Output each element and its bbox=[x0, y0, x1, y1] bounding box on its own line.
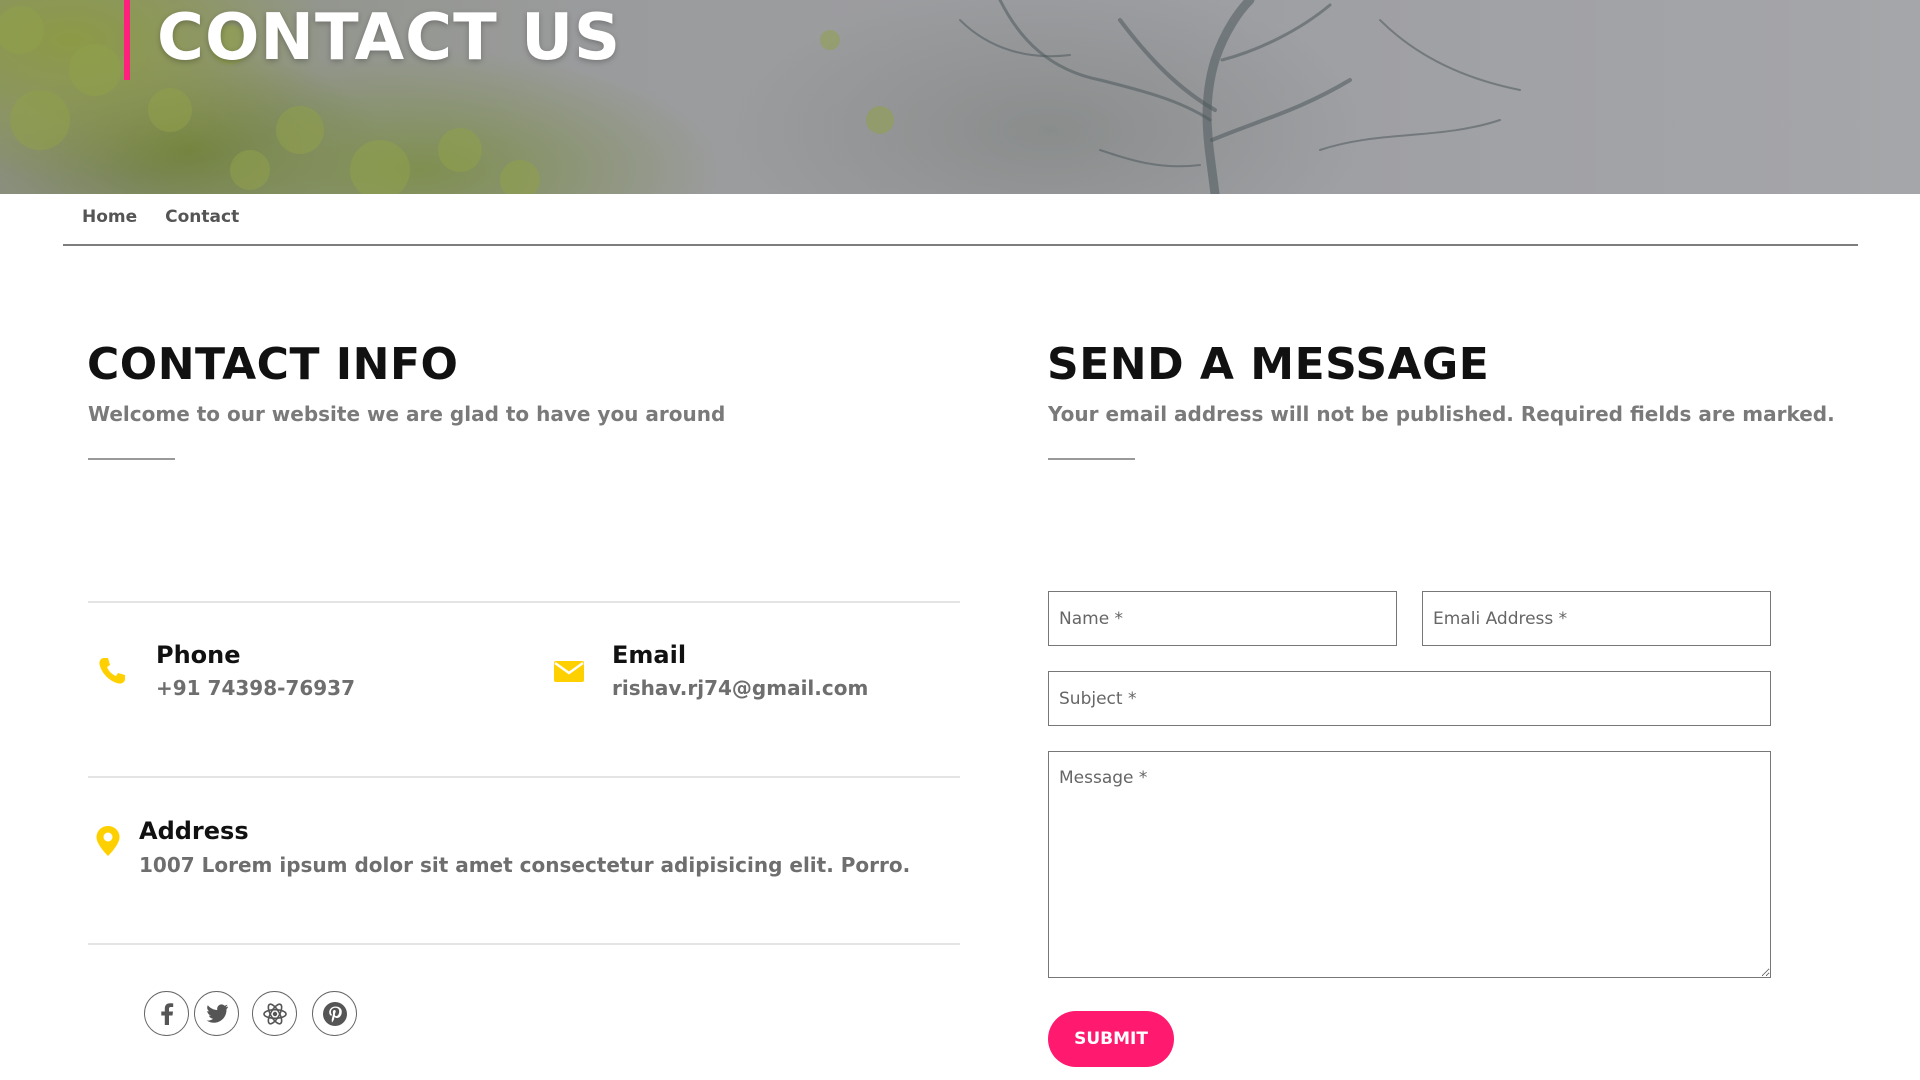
name-input[interactable] bbox=[1048, 591, 1397, 646]
phone-label: Phone bbox=[156, 641, 241, 669]
email-input[interactable] bbox=[1422, 591, 1771, 646]
address-label: Address bbox=[139, 817, 249, 845]
facebook-icon[interactable] bbox=[144, 991, 189, 1036]
phone-icon bbox=[96, 655, 128, 691]
address-value: 1007 Lorem ipsum dolor sit amet consecte… bbox=[139, 853, 911, 877]
envelope-icon bbox=[553, 658, 585, 688]
send-message-subtitle: Your email address will not be published… bbox=[1048, 402, 1835, 426]
send-message-title: SEND A MESSAGE bbox=[1047, 339, 1490, 390]
breadcrumb-contact-link[interactable]: Contact bbox=[165, 207, 239, 227]
map-pin-icon bbox=[95, 825, 121, 861]
hero-banner: CONTACT US bbox=[0, 0, 1920, 194]
react-icon[interactable] bbox=[252, 991, 297, 1036]
breadcrumb: Home Contact bbox=[82, 207, 239, 227]
phone-value: +91 74398-76937 bbox=[156, 676, 356, 700]
contact-info-subtitle: Welcome to our website we are glad to ha… bbox=[88, 402, 726, 426]
email-value: rishav.rj74@gmail.com bbox=[612, 676, 869, 700]
pinterest-icon[interactable] bbox=[312, 991, 357, 1036]
divider bbox=[88, 601, 960, 603]
divider bbox=[88, 943, 960, 945]
contact-info-title: CONTACT INFO bbox=[87, 339, 459, 390]
twitter-icon[interactable] bbox=[194, 991, 239, 1036]
hero-accent-bar bbox=[124, 0, 130, 80]
submit-button[interactable]: SUBMIT bbox=[1048, 1011, 1174, 1067]
message-textarea[interactable] bbox=[1048, 751, 1771, 978]
subject-input[interactable] bbox=[1048, 671, 1771, 726]
breadcrumb-home-link[interactable]: Home bbox=[82, 207, 137, 227]
breadcrumb-divider bbox=[63, 244, 1858, 246]
contact-info-underline bbox=[88, 458, 175, 460]
divider bbox=[88, 776, 960, 778]
page-title: CONTACT US bbox=[157, 1, 622, 75]
send-message-underline bbox=[1048, 458, 1135, 460]
email-label: Email bbox=[612, 641, 687, 669]
